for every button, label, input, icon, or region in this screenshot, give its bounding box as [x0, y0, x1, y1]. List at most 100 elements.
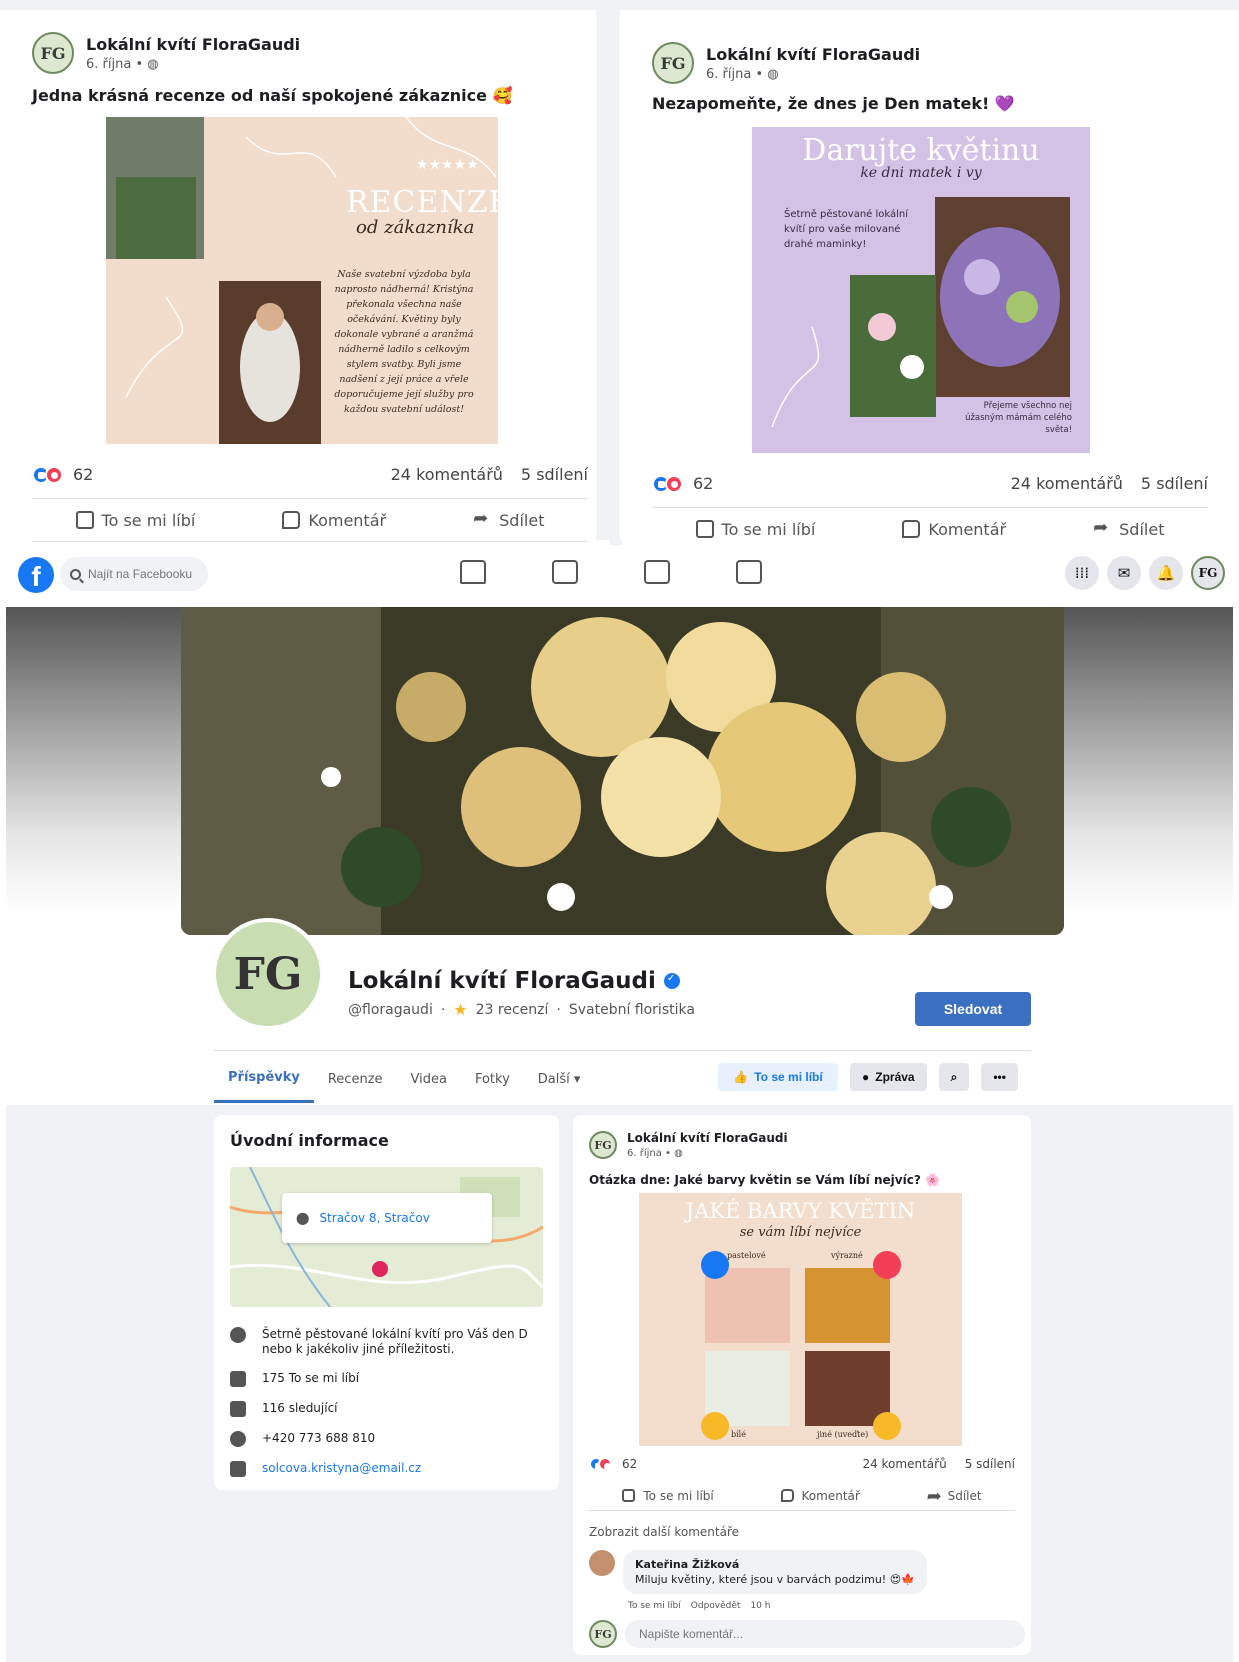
post-date[interactable]: 6. října • ◍: [706, 67, 920, 82]
poll-option-label: bílé: [731, 1430, 746, 1439]
comment-count[interactable]: 24 komentářů: [1011, 474, 1123, 493]
globe-icon: ◍: [147, 56, 159, 72]
search-icon: [70, 568, 81, 580]
followers-row: 116 sledující: [230, 1401, 543, 1417]
message-button[interactable]: ● Zpráva: [850, 1063, 927, 1091]
tab-photos[interactable]: Fotky: [461, 1055, 524, 1103]
post-actions: To se mi líbí Komentář Sdílet: [32, 498, 588, 542]
profile-picture[interactable]: FG: [212, 918, 324, 1030]
post-date[interactable]: 6. října • ◍: [86, 57, 300, 72]
marketplace-icon[interactable]: [644, 560, 670, 584]
comment-button[interactable]: Komentář: [282, 511, 386, 530]
post-stats: 62 24 komentářů 5 sdílení: [589, 1457, 1015, 1471]
comment-time[interactable]: 10 h: [750, 1601, 770, 1611]
post-author[interactable]: Lokální kvítí FloraGaudi: [706, 45, 920, 64]
tab-posts[interactable]: Příspěvky: [214, 1055, 314, 1103]
post-author[interactable]: Lokální kvítí FloraGaudi: [627, 1131, 788, 1145]
poll-option-label: pastelové: [727, 1251, 766, 1260]
location-map[interactable]: ⬤ Stračov 8, Stračov: [230, 1167, 543, 1307]
page-like-button[interactable]: 👍 To se mi líbí: [718, 1063, 838, 1091]
like-button[interactable]: To se mi líbí: [622, 1489, 714, 1503]
post-author[interactable]: Lokální kvítí FloraGaudi: [86, 35, 300, 54]
cover-photo[interactable]: [181, 607, 1064, 935]
separator-dot: ·: [440, 1001, 446, 1018]
commenter-name[interactable]: Kateřina Žižková: [635, 1558, 915, 1571]
email-link[interactable]: solcova.kristyna@email.cz: [262, 1461, 421, 1476]
color-poll-image[interactable]: JAKÉ BARVY KVĚTIN se vám líbí nejvíce pa…: [639, 1193, 962, 1446]
share-count[interactable]: 5 sdílení: [521, 465, 588, 484]
follow-button[interactable]: Sledovat: [915, 992, 1031, 1026]
page-avatar[interactable]: FG: [652, 42, 694, 84]
likes-row: 175 To se mi líbí: [230, 1371, 543, 1387]
post-card-mothers-day: FG Lokální kvítí FloraGaudi 6. října • ◍…: [620, 10, 1239, 551]
globe-icon: ◍: [767, 66, 779, 82]
page-subtitle: @floragaudi · ★ 23 recenzí · Svatební fl…: [348, 1000, 695, 1019]
share-count[interactable]: 5 sdílení: [965, 1457, 1015, 1471]
messenger-icon[interactable]: ✉: [1107, 556, 1141, 590]
comment-button[interactable]: Komentář: [902, 520, 1006, 539]
comment-reply-link[interactable]: Odpovědět: [691, 1601, 741, 1611]
post-header: FG Lokální kvítí FloraGaudi 6. října • ◍: [32, 32, 300, 74]
more-options-button[interactable]: •••: [981, 1063, 1018, 1091]
post-stats: 62 24 komentářů 5 sdílení: [652, 474, 1208, 493]
address-text: Stračov 8, Stračov: [319, 1211, 430, 1225]
reaction-icons[interactable]: [589, 1457, 612, 1471]
facebook-nav-bar: f ⁞⁞⁞ ✉ 🔔 FG: [0, 545, 1239, 605]
page-avatar[interactable]: FG: [32, 32, 74, 74]
review-quote: Naše svatební výzdoba byla naprosto nádh…: [334, 269, 474, 415]
comment-input[interactable]: [625, 1620, 1025, 1648]
phone-number[interactable]: +420 773 688 810: [262, 1431, 375, 1446]
share-count[interactable]: 5 sdílení: [1141, 474, 1208, 493]
thumbs-up-icon: [75, 511, 94, 529]
post-date[interactable]: 6. října • ◍: [627, 1148, 788, 1159]
page-name: Lokální kvítí FloraGaudi: [348, 968, 656, 994]
tab-videos[interactable]: Videa: [397, 1055, 461, 1103]
menu-grid-icon[interactable]: ⁞⁞⁞: [1065, 556, 1099, 590]
image-subtitle: od zákazníka: [356, 217, 475, 238]
composer-avatar[interactable]: FG: [589, 1620, 617, 1648]
reaction-icons[interactable]: [32, 465, 63, 484]
tab-more[interactable]: Další ▾: [524, 1055, 595, 1103]
comment-like-link[interactable]: To se mi líbí: [628, 1601, 681, 1611]
comment-button[interactable]: Komentář: [780, 1489, 860, 1503]
email-icon: [230, 1461, 246, 1477]
watch-icon[interactable]: [552, 560, 578, 584]
image-subtitle: se vám líbí nejvíce: [739, 1225, 862, 1240]
share-button[interactable]: Sdílet: [473, 508, 544, 530]
page-search-button[interactable]: ⌕: [938, 1063, 970, 1091]
search-box[interactable]: [60, 557, 208, 591]
notifications-bell-icon[interactable]: 🔔: [1149, 556, 1183, 590]
reaction-count[interactable]: 62: [622, 1457, 637, 1471]
share-button[interactable]: Sdílet: [1093, 517, 1164, 539]
comment-count[interactable]: 24 komentářů: [391, 465, 503, 484]
comment-composer: FG: [589, 1620, 1025, 1648]
view-more-comments-link[interactable]: Zobrazit další komentáře: [589, 1525, 739, 1539]
comment-count[interactable]: 24 komentářů: [862, 1457, 946, 1471]
reaction-count[interactable]: 62: [73, 465, 93, 484]
nav-right: ⁞⁞⁞ ✉ 🔔 FG: [1065, 556, 1225, 590]
search-icon: ⌕: [950, 1069, 958, 1084]
tab-reviews[interactable]: Recenze: [314, 1055, 397, 1103]
address-pill[interactable]: ⬤ Stračov 8, Stračov: [282, 1193, 492, 1243]
share-button[interactable]: Sdílet: [927, 1486, 982, 1507]
reaction-count[interactable]: 62: [693, 474, 713, 493]
home-icon[interactable]: [460, 560, 486, 584]
reaction-icons[interactable]: [652, 474, 683, 493]
intro-description-row: Šetrně pěstované lokální kvítí pro Váš d…: [230, 1327, 543, 1357]
like-button[interactable]: To se mi líbí: [695, 520, 815, 539]
search-input[interactable]: [88, 567, 198, 581]
gaming-icon[interactable]: [736, 560, 762, 584]
facebook-logo-icon[interactable]: f: [18, 557, 54, 593]
reviews-link[interactable]: 23 recenzí: [476, 1002, 549, 1018]
share-icon: [473, 508, 491, 529]
commenter-avatar[interactable]: [589, 1550, 615, 1576]
mothers-day-image[interactable]: Darujte květinu ke dni matek i vy Šetrně…: [752, 127, 1090, 453]
love-reaction-icon: [665, 474, 683, 493]
like-button[interactable]: To se mi líbí: [75, 511, 195, 530]
account-avatar[interactable]: FG: [1191, 556, 1225, 590]
review-image[interactable]: ★★★★★ RECENZE od zákazníka Naše svatební…: [106, 117, 498, 444]
phone-row: +420 773 688 810: [230, 1431, 543, 1447]
page-avatar[interactable]: FG: [589, 1131, 617, 1159]
page-category[interactable]: Svatební floristika: [569, 1002, 695, 1018]
nav-tabs: [460, 560, 762, 584]
